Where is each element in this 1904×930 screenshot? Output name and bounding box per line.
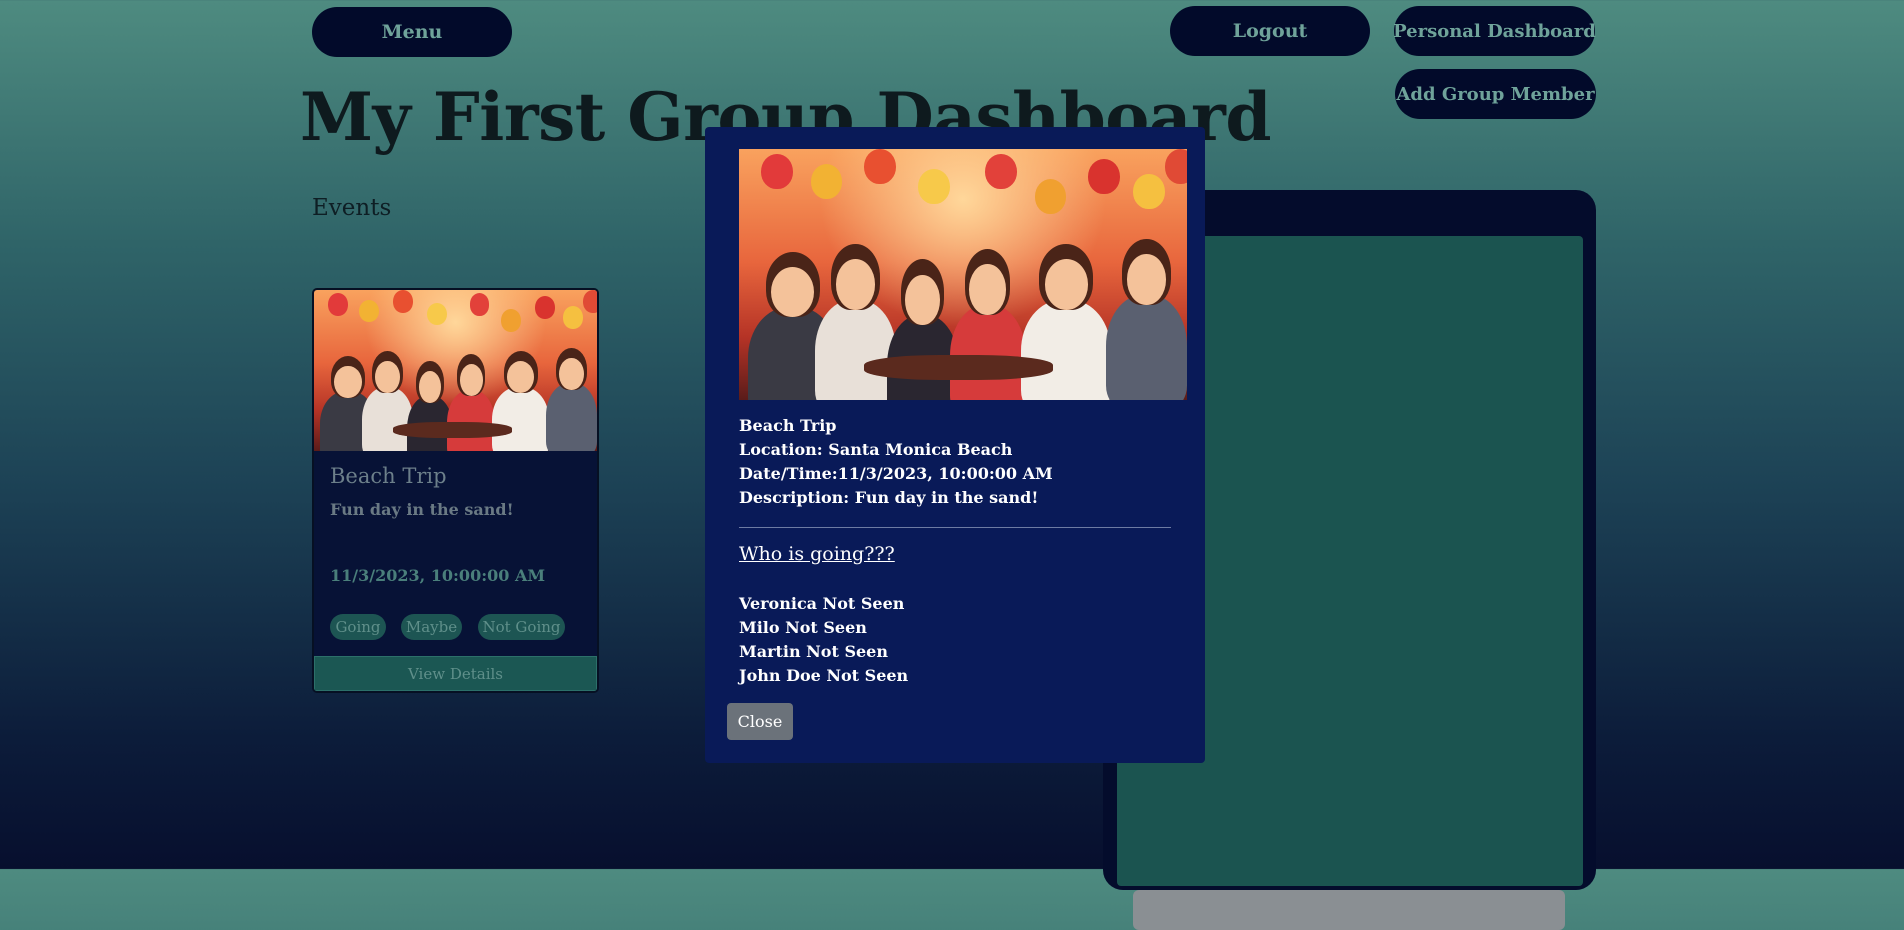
event-details-modal: Beach Trip Location: Santa Monica Beach …	[705, 127, 1205, 763]
person-face	[459, 364, 483, 397]
person-face	[334, 365, 362, 398]
person-face	[1127, 254, 1167, 305]
person-face	[419, 370, 441, 403]
attendee-item: Milo Not Seen	[739, 618, 867, 637]
person-figure	[447, 389, 496, 451]
person-figure	[815, 299, 896, 400]
person-face	[375, 360, 400, 394]
modal-event-description: Description: Fun day in the sand!	[739, 488, 1039, 507]
close-button[interactable]: Close	[727, 703, 793, 740]
balloon-decoration	[761, 154, 793, 190]
balloon-decoration	[359, 299, 380, 323]
person-face	[905, 274, 940, 325]
person-face	[1044, 259, 1088, 310]
personal-dashboard-button[interactable]: Personal Dashboard	[1393, 6, 1596, 56]
balloon-decoration	[1133, 174, 1165, 210]
attendee-item: Veronica Not Seen	[739, 594, 905, 613]
modal-event-location: Location: Santa Monica Beach	[739, 440, 1013, 459]
events-heading: Events	[312, 195, 392, 221]
person-face	[559, 357, 584, 390]
event-card: Beach Trip Fun day in the sand! 11/3/202…	[312, 288, 599, 693]
balloon-decoration	[985, 154, 1017, 190]
balloon-decoration	[864, 149, 896, 185]
logout-button[interactable]: Logout	[1170, 6, 1370, 56]
table-decoration	[393, 422, 513, 439]
balloon-decoration	[328, 293, 348, 316]
balloon-decoration	[427, 302, 447, 326]
event-card-description: Fun day in the sand!	[330, 500, 514, 519]
add-group-member-button[interactable]: Add Group Member	[1395, 69, 1596, 119]
event-card-datetime: 11/3/2023, 10:00:00 AM	[330, 566, 546, 585]
rsvp-maybe-button[interactable]: Maybe	[401, 614, 462, 640]
person-figure	[1106, 294, 1187, 400]
balloon-decoration	[918, 169, 950, 205]
event-card-title: Beach Trip	[330, 464, 447, 488]
view-details-button[interactable]: View Details	[314, 656, 597, 691]
person-figure	[492, 386, 549, 451]
balloon-decoration	[1034, 179, 1067, 215]
balloon-decoration	[534, 296, 555, 319]
balloon-decoration	[810, 164, 843, 200]
person-figure	[546, 383, 597, 451]
attendee-list: Veronica Not Seen Milo Not Seen Martin N…	[739, 592, 908, 688]
person-figure	[949, 304, 1026, 400]
modal-divider	[739, 527, 1171, 528]
attendee-item: John Doe Not Seen	[739, 666, 909, 685]
person-face	[507, 360, 535, 394]
event-image	[314, 290, 597, 451]
person-face	[969, 264, 1006, 315]
menu-button[interactable]: Menu	[312, 7, 512, 57]
balloon-decoration	[582, 290, 597, 313]
modal-event-datetime: Date/Time:11/3/2023, 10:00:00 AM	[739, 464, 1053, 483]
table-decoration	[864, 354, 1053, 380]
balloon-decoration	[469, 293, 490, 316]
balloon-decoration	[500, 309, 521, 332]
attendee-item: Martin Not Seen	[739, 642, 888, 661]
modal-event-image	[739, 149, 1187, 400]
balloon-decoration	[563, 306, 583, 329]
who-is-going-heading: Who is going???	[739, 543, 895, 565]
rsvp-not-going-button[interactable]: Not Going	[478, 614, 565, 640]
balloon-decoration	[1088, 159, 1120, 195]
person-face	[836, 259, 875, 310]
modal-event-title: Beach Trip	[739, 416, 837, 435]
person-figure	[362, 386, 414, 451]
person-figure	[1021, 299, 1111, 400]
rsvp-going-button[interactable]: Going	[330, 614, 386, 640]
balloon-decoration	[393, 290, 414, 313]
side-panel-input-bar[interactable]	[1133, 890, 1565, 930]
